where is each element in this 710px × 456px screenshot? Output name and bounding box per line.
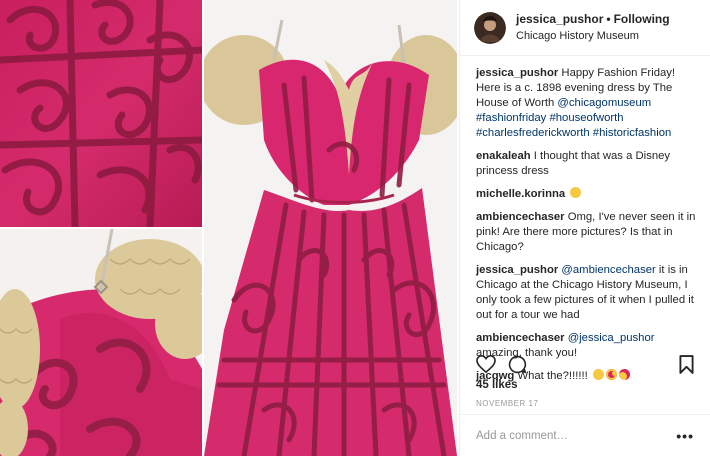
- add-comment-bar: •••: [460, 414, 710, 456]
- caption-mention[interactable]: @chicagomuseum: [557, 97, 651, 109]
- caption: jessica_pushor Happy Fashion Friday! Her…: [476, 66, 696, 141]
- likes-count[interactable]: 45 likes: [476, 379, 518, 391]
- add-comment-input[interactable]: [476, 429, 677, 442]
- dress-full-image: [204, 0, 457, 456]
- bookmark-icon[interactable]: [679, 354, 694, 374]
- user-avatar[interactable]: [474, 11, 506, 44]
- heart-icon[interactable]: [476, 355, 496, 373]
- dress-detail-image: [0, 0, 202, 227]
- comment-item: ambiencechaser Omg, I've never seen it i…: [476, 210, 696, 255]
- action-bar: [476, 352, 696, 376]
- post-media[interactable]: [0, 0, 457, 456]
- caption-username[interactable]: jessica_pushor: [476, 67, 558, 79]
- comment-username[interactable]: jessica_pushor: [476, 264, 558, 276]
- comment-mention[interactable]: @ambiencechaser: [561, 264, 655, 276]
- comment-item: michelle.korinna: [476, 187, 696, 202]
- header-username[interactable]: jessica_pushor: [516, 12, 603, 26]
- header-separator: •: [606, 12, 611, 27]
- caption-hashtags[interactable]: #fashionfriday #houseofworth #charlesfre…: [476, 112, 671, 139]
- comment-username[interactable]: ambiencechaser: [476, 211, 565, 223]
- comment-username[interactable]: ambiencechaser: [476, 332, 565, 344]
- location-link[interactable]: Chicago History Museum: [516, 30, 670, 43]
- comment-item: enakaleah I thought that was a Disney pr…: [476, 149, 696, 179]
- comment-item: jessica_pushor @ambiencechaser it is in …: [476, 263, 696, 323]
- comment-username[interactable]: enakaleah: [476, 150, 531, 162]
- dress-shoulder-image: [0, 229, 202, 456]
- comments-list: jessica_pushor Happy Fashion Friday! Her…: [460, 56, 710, 384]
- post-sidebar: jessica_pushor • Following Chicago History…: [459, 0, 710, 456]
- comment-username[interactable]: michelle.korinna: [476, 188, 565, 200]
- post-date: NOVEMBER 17: [476, 399, 539, 408]
- post-header: jessica_pushor • Following Chicago History…: [460, 0, 710, 56]
- follow-status-button[interactable]: Following: [614, 12, 670, 26]
- grin-emoji-icon: [570, 187, 582, 198]
- comment-mention[interactable]: @jessica_pushor: [568, 332, 655, 344]
- header-row: jessica_pushor • Following: [516, 12, 670, 26]
- more-options-button[interactable]: •••: [676, 428, 694, 444]
- comment-icon[interactable]: [508, 355, 527, 374]
